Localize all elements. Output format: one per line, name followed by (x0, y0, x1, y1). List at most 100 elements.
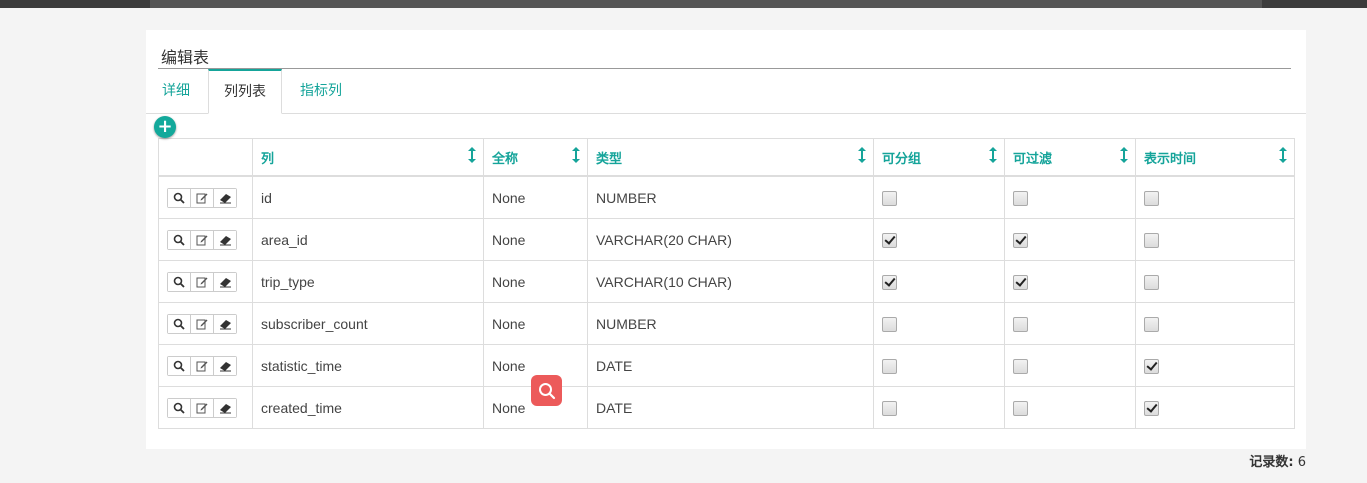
groupable-checkbox[interactable] (882, 358, 897, 374)
is-dttm-checkbox[interactable] (1144, 190, 1159, 206)
header-fullname[interactable]: 全称 (483, 138, 588, 177)
is-dttm-cell (1135, 218, 1295, 261)
filterable-checkbox[interactable] (1013, 358, 1028, 374)
search-icon (173, 234, 185, 246)
erase-button[interactable] (214, 230, 236, 249)
column-name-cell: area_id (252, 218, 484, 261)
edit-icon (196, 361, 208, 371)
erase-button[interactable] (214, 188, 236, 207)
tab-column-list[interactable]: 列列表 (208, 69, 282, 114)
action-group (167, 271, 237, 292)
edit-button[interactable] (191, 398, 214, 417)
filterable-checkbox[interactable] (1013, 232, 1028, 248)
erase-button[interactable] (214, 398, 236, 417)
view-button[interactable] (168, 398, 191, 417)
edit-button[interactable] (191, 314, 214, 333)
erase-button[interactable] (214, 272, 236, 291)
table-row: subscriber_count None NUMBER (158, 302, 1295, 345)
sort-icon[interactable] (858, 147, 866, 163)
is-dttm-cell (1135, 175, 1295, 219)
is-dttm-checkbox[interactable] (1144, 232, 1159, 248)
table-row: id None NUMBER (158, 175, 1295, 219)
table-body: id None NUMBER area_id None VARCHAR(20 C… (158, 175, 1295, 429)
is-dttm-cell (1135, 302, 1295, 345)
groupable-cell (873, 218, 1005, 261)
record-count-label: 记录数: (1249, 455, 1294, 470)
sort-icon[interactable] (1279, 147, 1287, 163)
tab-detail[interactable]: 详细 (162, 69, 190, 113)
row-actions (158, 260, 253, 303)
row-actions (158, 344, 253, 387)
fullname-cell: None (483, 260, 588, 303)
search-icon (173, 318, 185, 330)
view-button[interactable] (168, 356, 191, 375)
edit-button[interactable] (191, 356, 214, 375)
type-cell: NUMBER (587, 302, 874, 345)
action-group (167, 397, 237, 418)
edit-icon (196, 193, 208, 203)
search-icon (173, 402, 185, 414)
row-actions (158, 175, 253, 219)
sort-icon[interactable] (572, 147, 580, 163)
tab-metrics[interactable]: 指标列 (300, 69, 342, 113)
floating-search-button[interactable] (531, 375, 562, 406)
groupable-checkbox[interactable] (882, 190, 897, 206)
panel-title: 编辑表 (161, 48, 210, 67)
top-bar (0, 0, 1367, 8)
sort-icon[interactable] (989, 147, 997, 163)
eraser-icon (219, 403, 231, 413)
type-cell: DATE (587, 344, 874, 387)
header-is-dttm[interactable]: 表示时间 (1135, 138, 1295, 177)
erase-button[interactable] (214, 314, 236, 333)
edit-button[interactable] (191, 230, 214, 249)
view-button[interactable] (168, 230, 191, 249)
is-dttm-checkbox[interactable] (1144, 316, 1159, 332)
header-groupable[interactable]: 可分组 (873, 138, 1005, 177)
erase-button[interactable] (214, 356, 236, 375)
header-actions (158, 138, 253, 177)
header-label: 可过滤 (1013, 151, 1053, 167)
header-filterable[interactable]: 可过滤 (1004, 138, 1136, 177)
filterable-checkbox[interactable] (1013, 316, 1028, 332)
type-cell: VARCHAR(20 CHAR) (587, 218, 874, 261)
view-button[interactable] (168, 188, 191, 207)
filterable-checkbox[interactable] (1013, 400, 1028, 416)
is-dttm-cell (1135, 386, 1295, 429)
action-group (167, 229, 237, 250)
view-button[interactable] (168, 314, 191, 333)
filterable-checkbox[interactable] (1013, 190, 1028, 206)
filterable-checkbox[interactable] (1013, 274, 1028, 290)
column-table: 列 全称 类型 可分组 可过滤 表示时间 id None NUMBER area… (158, 138, 1295, 429)
sort-icon[interactable] (1120, 147, 1128, 163)
header-type[interactable]: 类型 (587, 138, 874, 177)
edit-icon (196, 403, 208, 413)
header-column[interactable]: 列 (252, 138, 484, 177)
is-dttm-checkbox[interactable] (1144, 358, 1159, 374)
record-count-value: 6 (1297, 455, 1306, 470)
edit-icon (196, 319, 208, 329)
filterable-cell (1004, 386, 1136, 429)
filterable-cell (1004, 302, 1136, 345)
groupable-checkbox[interactable] (882, 274, 897, 290)
is-dttm-cell (1135, 344, 1295, 387)
groupable-cell (873, 175, 1005, 219)
table-row: trip_type None VARCHAR(10 CHAR) (158, 260, 1295, 303)
action-group (167, 355, 237, 376)
edit-button[interactable] (191, 188, 214, 207)
header-label: 可分组 (882, 151, 922, 167)
groupable-checkbox[interactable] (882, 316, 897, 332)
record-count: 记录数: 6 (1249, 451, 1306, 470)
groupable-checkbox[interactable] (882, 400, 897, 416)
eraser-icon (219, 319, 231, 329)
sort-icon[interactable] (468, 147, 476, 163)
view-button[interactable] (168, 272, 191, 291)
add-column-button[interactable]: + (154, 116, 176, 138)
edit-button[interactable] (191, 272, 214, 291)
is-dttm-checkbox[interactable] (1144, 400, 1159, 416)
header-label: 全称 (492, 151, 519, 167)
groupable-cell (873, 386, 1005, 429)
filterable-cell (1004, 260, 1136, 303)
is-dttm-checkbox[interactable] (1144, 274, 1159, 290)
groupable-checkbox[interactable] (882, 232, 897, 248)
eraser-icon (219, 193, 231, 203)
